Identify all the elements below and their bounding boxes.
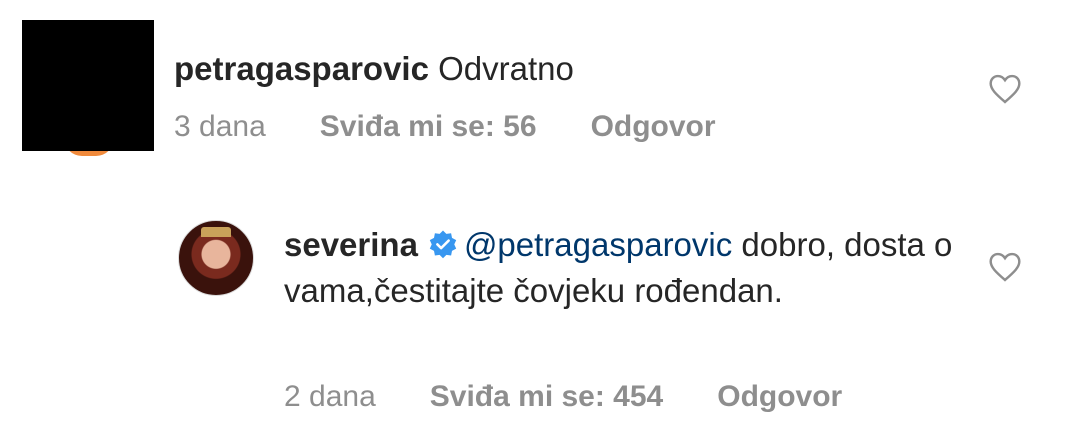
comment-username[interactable]: severina: [284, 226, 418, 263]
comment-username[interactable]: petragasparovic: [174, 50, 429, 87]
comment-text: severina @petragasparovic dobro, dosta o…: [284, 222, 964, 314]
avatar-redacted[interactable]: [22, 20, 154, 151]
heart-icon[interactable]: [988, 74, 1022, 104]
reply-button[interactable]: Odgovor: [591, 110, 716, 144]
heart-icon[interactable]: [988, 252, 1022, 282]
avatar-crown: [201, 227, 231, 237]
comment-body: Odvratno: [438, 50, 574, 87]
comment-meta: 3 dana Sviđa mi se: 56 Odgovor: [174, 110, 716, 144]
mention-link[interactable]: @petragasparovic: [464, 226, 732, 263]
reply-comment: severina @petragasparovic dobro, dosta o…: [0, 200, 1080, 430]
reply-button[interactable]: Odgovor: [717, 380, 842, 414]
comment-time: 3 dana: [174, 110, 266, 143]
comment-meta: 2 dana Sviđa mi se: 454 Odgovor: [284, 380, 842, 414]
comment-likes[interactable]: Sviđa mi se: 454: [430, 380, 663, 414]
comment-likes[interactable]: Sviđa mi se: 56: [320, 110, 537, 144]
comment: petragasparovic Odvratno 3 dana Sviđa mi…: [0, 0, 1080, 190]
comment-time: 2 dana: [284, 380, 376, 413]
verified-badge-icon: [429, 230, 457, 259]
comment-text: petragasparovic Odvratno: [174, 46, 574, 92]
avatar[interactable]: [178, 220, 254, 296]
